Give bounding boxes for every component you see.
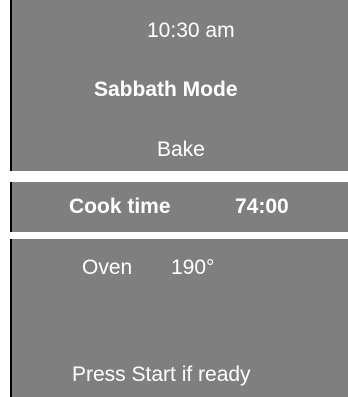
clock-display: 10:30 am: [147, 19, 235, 42]
cook-time-panel: Cook time 74:00: [10, 182, 348, 232]
oven-label: Oven: [82, 256, 133, 279]
oven-temperature-value: 190°: [171, 256, 215, 279]
cook-function-label: Bake: [157, 138, 205, 161]
start-prompt: Press Start if ready: [72, 363, 251, 386]
mode-title: Sabbath Mode: [94, 78, 238, 101]
oven-panel: Oven 190° Press Start if ready: [10, 239, 348, 397]
status-panel: 10:30 am Sabbath Mode Bake: [10, 0, 348, 171]
cook-time-value: 74:00: [235, 195, 289, 218]
cook-time-label: Cook time: [69, 195, 171, 218]
